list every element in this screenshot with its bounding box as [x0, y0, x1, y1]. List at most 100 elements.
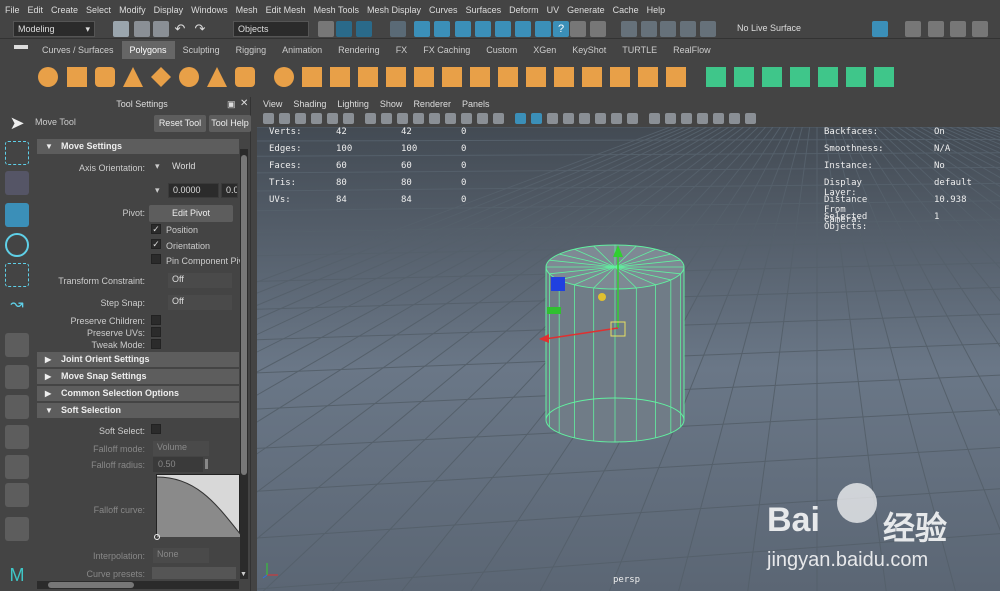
magnet-icon[interactable]: [641, 21, 657, 37]
magnet-alt-icon[interactable]: [660, 21, 676, 37]
viewport-tool-icon[interactable]: [429, 113, 440, 124]
shelf-tab-polygons[interactable]: Polygons: [121, 41, 175, 59]
curve-point-icon[interactable]: [154, 534, 160, 540]
viewport-tool-icon[interactable]: [563, 113, 574, 124]
rotate-tool-icon[interactable]: [5, 233, 29, 257]
menu-generate[interactable]: Generate: [567, 5, 605, 15]
menu-help[interactable]: Help: [647, 5, 666, 15]
history-icon[interactable]: [515, 21, 531, 37]
four-pane-layout-icon[interactable]: [5, 365, 29, 389]
viewport-menu-lighting[interactable]: Lighting: [337, 99, 369, 109]
persp-outliner-layout-icon[interactable]: [5, 425, 29, 449]
falloff-radius-slider[interactable]: [205, 459, 208, 469]
viewport-tool-icon[interactable]: [681, 113, 692, 124]
viewport-tool-icon[interactable]: [461, 113, 472, 124]
new-scene-icon[interactable]: [113, 21, 129, 37]
menu-mesh-tools[interactable]: Mesh Tools: [314, 5, 359, 15]
poly-cylinder-icon[interactable]: [95, 67, 115, 87]
poly-cube-icon[interactable]: [67, 67, 87, 87]
select-object-icon[interactable]: [336, 21, 352, 37]
h-scrollbar-thumb[interactable]: [48, 582, 134, 588]
scale-tool-icon[interactable]: [5, 263, 29, 287]
reduce-icon[interactable]: [386, 67, 406, 87]
soft-select-checkbox[interactable]: [151, 424, 161, 434]
viewport-tool-icon[interactable]: [595, 113, 606, 124]
merge-icon[interactable]: [554, 67, 574, 87]
bevel-icon[interactable]: [526, 67, 546, 87]
help-icon[interactable]: ?: [553, 21, 569, 37]
shelf-menu-icon[interactable]: [14, 45, 28, 49]
shelf-tab-rendering[interactable]: Rendering: [330, 41, 388, 59]
menu-display[interactable]: Display: [154, 5, 184, 15]
paint-select-tool-icon[interactable]: [5, 171, 29, 195]
viewport-tool-icon[interactable]: [579, 113, 590, 124]
snap-grid-icon[interactable]: [414, 21, 430, 37]
persp-graph-layout-icon[interactable]: [5, 455, 29, 479]
selection-mask-dropdown[interactable]: Objects: [233, 21, 309, 37]
quad-draw-icon[interactable]: [666, 67, 686, 87]
reset-tool-button[interactable]: Reset Tool: [154, 115, 206, 132]
menu-windows[interactable]: Windows: [191, 5, 228, 15]
viewport-tool-icon[interactable]: [745, 113, 756, 124]
snap-surface-icon[interactable]: [495, 21, 511, 37]
menu-file[interactable]: File: [5, 5, 20, 15]
close-icon[interactable]: ✕: [240, 99, 250, 109]
lasso-tool-icon[interactable]: [5, 141, 29, 165]
poly-pipe-icon[interactable]: [235, 67, 255, 87]
shelf-tab-fx-caching[interactable]: FX Caching: [415, 41, 478, 59]
append-icon[interactable]: [498, 67, 518, 87]
axis-orientation-dropdown[interactable]: World: [168, 160, 238, 175]
scroll-down-icon[interactable]: ▼: [240, 571, 248, 579]
persp-hypershade-layout-icon[interactable]: [5, 483, 29, 507]
tool-help-button[interactable]: Tool Help: [209, 115, 251, 132]
lock-icon[interactable]: [570, 21, 586, 37]
viewport-tool-icon[interactable]: [279, 113, 290, 124]
select-hierarchy-icon[interactable]: [318, 21, 334, 37]
perspective-viewport[interactable]: View Shading Lighting Show Renderer Panels Ve…: [257, 97, 1000, 591]
shelf-tab-realflow[interactable]: RealFlow: [665, 41, 719, 59]
viewport-tool-icon[interactable]: [547, 113, 558, 124]
hypershade-icon[interactable]: [972, 21, 988, 37]
viewport-tool-icon[interactable]: [493, 113, 504, 124]
single-pane-layout-icon[interactable]: [5, 333, 29, 357]
viewport-tool-icon[interactable]: [649, 113, 660, 124]
falloff-radius-field[interactable]: 0.50: [153, 457, 203, 472]
step-snap-dropdown[interactable]: Off: [168, 295, 232, 310]
orientation-checkbox[interactable]: ✓: [151, 239, 161, 249]
viewport-menu-shading[interactable]: Shading: [293, 99, 326, 109]
viewport-tool-icon[interactable]: [445, 113, 456, 124]
combine-icon[interactable]: [274, 67, 294, 87]
viewport-tool-icon[interactable]: [697, 113, 708, 124]
side-by-side-layout-icon[interactable]: [5, 395, 29, 419]
shelf-tab-keyshot[interactable]: KeyShot: [564, 41, 614, 59]
make-live-icon[interactable]: [621, 21, 637, 37]
layout-menu-icon[interactable]: [5, 517, 29, 541]
menu-deform[interactable]: Deform: [509, 5, 539, 15]
shelf-tab-fx[interactable]: FX: [388, 41, 416, 59]
menu-mesh-display[interactable]: Mesh Display: [367, 5, 421, 15]
shelf-tab-rigging[interactable]: Rigging: [228, 41, 275, 59]
multi-cut-icon[interactable]: [610, 67, 630, 87]
mirror-icon[interactable]: [414, 67, 434, 87]
target-weld-icon[interactable]: [638, 67, 658, 87]
falloff-mode-dropdown[interactable]: Volume: [153, 441, 209, 456]
undo-icon[interactable]: ↶: [172, 21, 188, 37]
ipr-render-icon[interactable]: [928, 21, 944, 37]
shelf-tab-curves-surfaces[interactable]: Curves / Surfaces: [34, 41, 122, 59]
checker-icon[interactable]: [846, 67, 866, 87]
viewport-menu-view[interactable]: View: [263, 99, 282, 109]
viewport-tool-icon[interactable]: [713, 113, 724, 124]
poly-cone-icon[interactable]: [123, 67, 143, 87]
viewport-menu-panels[interactable]: Panels: [462, 99, 490, 109]
tweak-mode-checkbox[interactable]: [151, 339, 161, 349]
viewport-tool-icon[interactable]: [263, 113, 274, 124]
position-checkbox[interactable]: ✓: [151, 224, 161, 234]
viewport-menu-show[interactable]: Show: [380, 99, 403, 109]
snap-together-icon[interactable]: [700, 21, 716, 37]
last-tool-icon[interactable]: ↝: [5, 293, 29, 317]
shelf-tab-xgen[interactable]: XGen: [525, 41, 564, 59]
render-frame-icon[interactable]: [905, 21, 921, 37]
extrude-icon[interactable]: [442, 67, 462, 87]
smooth-icon[interactable]: [358, 67, 378, 87]
planar-map-icon[interactable]: [706, 67, 726, 87]
